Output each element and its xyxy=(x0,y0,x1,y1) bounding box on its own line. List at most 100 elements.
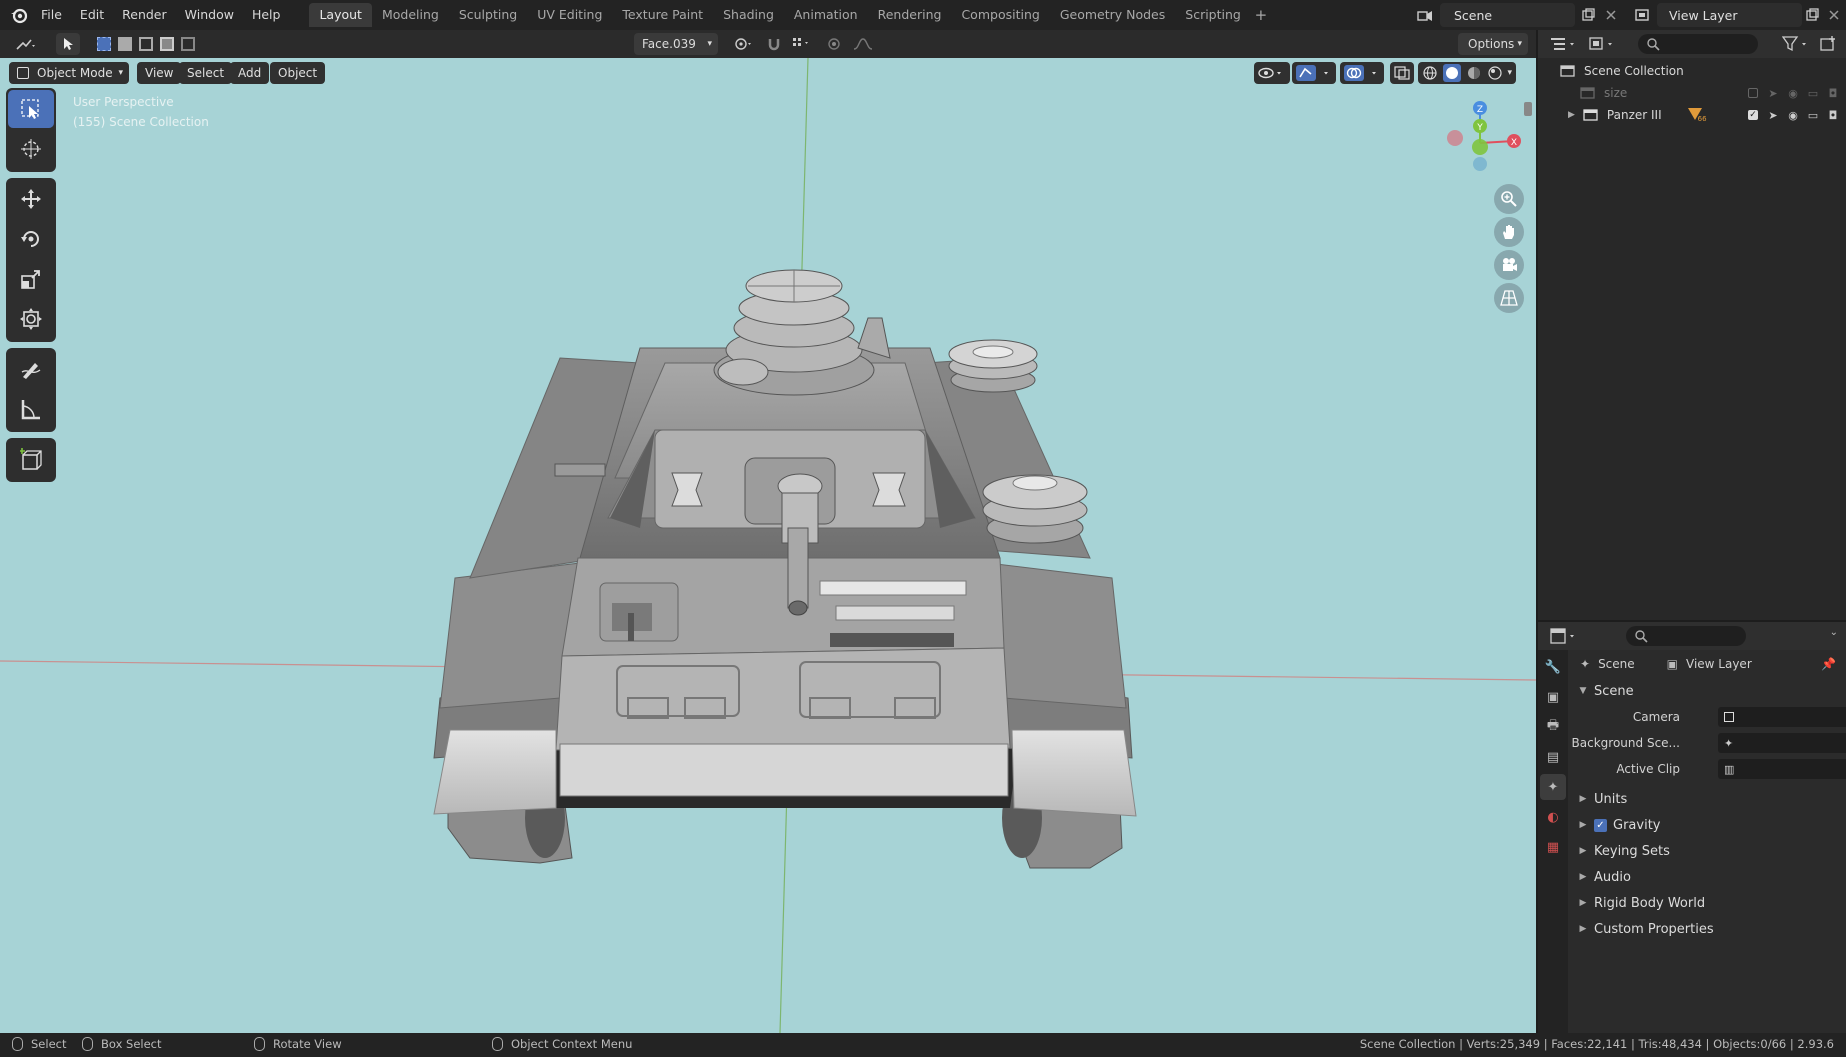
falloff-icon[interactable] xyxy=(848,33,878,55)
close-view-layer-icon[interactable] xyxy=(1822,3,1846,27)
tab-rendering[interactable]: Rendering xyxy=(868,3,952,27)
selectable-arrow-icon[interactable]: ➤ xyxy=(1766,108,1780,122)
tab-animation[interactable]: Animation xyxy=(784,3,868,27)
view-menu[interactable]: View xyxy=(137,62,182,84)
gizmo-neg-y[interactable] xyxy=(1472,139,1488,155)
active-tool-icon[interactable] xyxy=(56,33,80,55)
gravity-checkbox[interactable]: ✓ xyxy=(1594,818,1607,832)
camera-view-icon[interactable] xyxy=(1494,250,1524,280)
eye-icon[interactable]: ◉ xyxy=(1786,108,1800,122)
gravity-panel-header[interactable]: ▶ ✓ Gravity xyxy=(1570,812,1846,838)
transform-orientation-dropdown[interactable]: Face.039 ▾ xyxy=(634,33,718,55)
keying-sets-panel-header[interactable]: ▶ Keying Sets xyxy=(1570,838,1846,864)
blender-logo-icon[interactable] xyxy=(6,2,32,28)
visibility-dropdown-icon[interactable] xyxy=(1254,62,1290,84)
scene-panel-header[interactable]: ▼ Scene xyxy=(1570,678,1846,704)
pan-hand-icon[interactable] xyxy=(1494,217,1524,247)
tab-sculpting[interactable]: Sculpting xyxy=(449,3,527,27)
eye-icon[interactable]: ◉ xyxy=(1786,86,1800,100)
properties-search-input[interactable] xyxy=(1626,626,1746,646)
editor-type-icon[interactable] xyxy=(8,33,44,55)
object-menu[interactable]: Object xyxy=(270,62,326,84)
monitor-icon[interactable]: ▭ xyxy=(1806,86,1820,100)
zoom-icon[interactable] xyxy=(1494,184,1524,214)
add-cube-tool-icon[interactable] xyxy=(8,440,54,478)
texture-tab-icon[interactable]: ▦ xyxy=(1540,834,1566,860)
monitor-icon[interactable]: ▭ xyxy=(1806,108,1820,122)
tool-tab-icon[interactable]: 🔧 xyxy=(1540,654,1566,680)
select-extend-icon[interactable] xyxy=(118,37,133,51)
view-layer-type-icon[interactable] xyxy=(1630,3,1654,27)
select-subtract-icon[interactable] xyxy=(138,37,153,51)
menu-render[interactable]: Render xyxy=(113,0,176,30)
new-collection-icon[interactable] xyxy=(1820,35,1838,56)
camera-icon[interactable]: ◘ xyxy=(1826,86,1840,100)
filter-icon[interactable] xyxy=(1781,35,1810,56)
gizmo-neg-x[interactable] xyxy=(1447,130,1463,146)
display-mode-icon[interactable] xyxy=(1588,35,1616,56)
selection-mode-group[interactable] xyxy=(94,33,198,55)
move-tool-icon[interactable] xyxy=(8,180,54,218)
close-scene-icon[interactable] xyxy=(1599,3,1623,27)
tab-modeling[interactable]: Modeling xyxy=(372,3,449,27)
world-tab-icon[interactable]: ◐ xyxy=(1540,804,1566,830)
annotate-tool-icon[interactable] xyxy=(8,350,54,388)
camera-icon[interactable]: ◘ xyxy=(1826,108,1840,122)
tab-scripting[interactable]: Scripting xyxy=(1175,3,1251,27)
custom-properties-panel-header[interactable]: ▶ Custom Properties xyxy=(1570,916,1846,942)
mode-dropdown[interactable]: Object Mode ▾ xyxy=(9,62,129,84)
tab-texture-paint[interactable]: Texture Paint xyxy=(612,3,713,27)
pivot-point-icon[interactable] xyxy=(728,33,758,55)
tab-compositing[interactable]: Compositing xyxy=(951,3,1049,27)
snap-toggle-icon[interactable] xyxy=(764,33,784,55)
tab-uv-editing[interactable]: UV Editing xyxy=(527,3,612,27)
new-scene-icon[interactable] xyxy=(1576,3,1600,27)
outliner-row-panzer[interactable]: ▶ Panzer III 66 ✓ ➤ ◉ ▭ ◘ xyxy=(1538,104,1846,126)
perspective-toggle-icon[interactable] xyxy=(1494,283,1524,313)
view-layer-selector[interactable]: View Layer xyxy=(1657,3,1802,27)
chevron-down-icon[interactable]: ⌄ xyxy=(1830,627,1838,638)
xray-toggle-icon[interactable] xyxy=(1390,62,1414,84)
menu-window[interactable]: Window xyxy=(176,0,243,30)
gizmo-toggle-icon[interactable] xyxy=(1292,62,1336,84)
scene-selector[interactable]: Scene xyxy=(1440,3,1575,27)
tab-shading[interactable]: Shading xyxy=(713,3,784,27)
measure-tool-icon[interactable] xyxy=(8,390,54,428)
wireframe-shading-icon[interactable] xyxy=(1422,65,1438,81)
add-workspace-icon[interactable]: + xyxy=(1251,6,1271,24)
menu-help[interactable]: Help xyxy=(243,0,290,30)
selectable-arrow-icon[interactable]: ➤ xyxy=(1766,86,1780,100)
rigid-body-world-panel-header[interactable]: ▶ Rigid Body World xyxy=(1570,890,1846,916)
menu-edit[interactable]: Edit xyxy=(71,0,113,30)
new-view-layer-icon[interactable] xyxy=(1800,3,1824,27)
exclude-checkbox-icon[interactable] xyxy=(1746,86,1760,100)
units-panel-header[interactable]: ▶ Units xyxy=(1570,786,1846,812)
snap-to-grid-icon[interactable] xyxy=(786,33,816,55)
outliner-row-scene-collection[interactable]: Scene Collection xyxy=(1538,60,1846,82)
gizmo-neg-z[interactable] xyxy=(1473,157,1487,171)
camera-field[interactable]: ✎ xyxy=(1718,707,1846,727)
add-menu[interactable]: Add xyxy=(230,62,270,84)
background-scene-field[interactable]: ✦ xyxy=(1718,733,1846,753)
expand-arrow-icon[interactable]: ▶ xyxy=(1568,110,1575,120)
audio-panel-header[interactable]: ▶ Audio xyxy=(1570,864,1846,890)
view-layer-tab-icon[interactable]: ▤ xyxy=(1540,744,1566,770)
select-invert-icon[interactable] xyxy=(159,37,174,51)
outliner-search-input[interactable] xyxy=(1638,34,1758,54)
tab-layout[interactable]: Layout xyxy=(309,3,372,27)
select-new-icon[interactable] xyxy=(97,37,112,51)
rendered-shading-icon[interactable] xyxy=(1487,65,1503,81)
solid-shading-icon[interactable] xyxy=(1442,64,1461,82)
outliner-row-size[interactable]: size ➤ ◉ ▭ ◘ xyxy=(1538,82,1846,104)
rotate-tool-icon[interactable] xyxy=(8,220,54,258)
sidebar-toggle-handle[interactable] xyxy=(1524,102,1532,116)
options-dropdown[interactable]: Options ▾ xyxy=(1458,33,1528,55)
material-shading-icon[interactable] xyxy=(1466,65,1482,81)
menu-file[interactable]: File xyxy=(32,0,71,30)
tab-geometry-nodes[interactable]: Geometry Nodes xyxy=(1050,3,1175,27)
cursor-tool-icon[interactable] xyxy=(8,130,54,168)
navigation-gizmo[interactable]: Z Y X xyxy=(1425,96,1535,196)
3d-viewport[interactable]: Object Mode ▾ View Select Add Object ▾ U… xyxy=(0,58,1536,1033)
scene-type-icon[interactable] xyxy=(1413,3,1437,27)
select-box-tool-icon[interactable] xyxy=(8,90,54,128)
